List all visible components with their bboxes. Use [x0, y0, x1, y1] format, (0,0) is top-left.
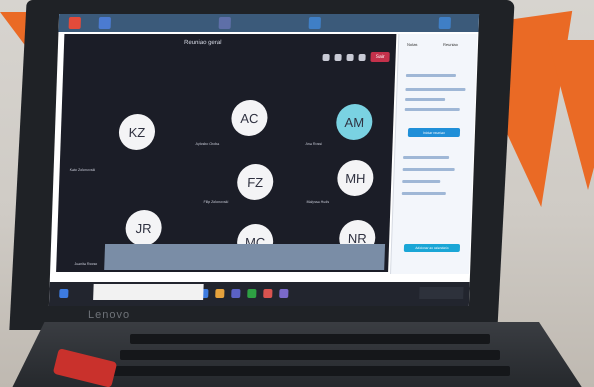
start-meeting-button[interactable]: Iniciar reuniao	[407, 128, 461, 137]
sidebar-line	[405, 98, 446, 101]
orange-pennant-flag	[548, 40, 594, 190]
mic-icon[interactable]	[334, 53, 342, 61]
participant-name: Filip Zelenovski	[203, 200, 229, 204]
app-icon[interactable]	[279, 289, 289, 298]
app-icon[interactable]	[247, 289, 257, 298]
laptop-screen: Reuniao geral Sair KZ Kate Zelenovski AC…	[48, 14, 480, 306]
keyboard-row	[110, 366, 510, 376]
notification-panel	[93, 284, 204, 300]
app-icon[interactable]	[215, 289, 225, 298]
sidebar-line	[403, 156, 450, 159]
sidebar-line	[404, 108, 460, 111]
participant-avatar: KZ	[118, 114, 156, 150]
presentation-strip	[104, 244, 386, 270]
start-icon[interactable]	[59, 289, 69, 298]
participant-avatar: MH	[336, 160, 374, 196]
add-calendar-button[interactable]: Adicionar ao calendario	[403, 244, 461, 252]
browser-icon	[68, 17, 81, 29]
participant-avatar: JR	[124, 210, 163, 246]
participant-name: Kate Zelenovski	[69, 168, 96, 172]
keyboard-row	[130, 334, 490, 344]
laptop-brand: Lenovo	[88, 309, 131, 321]
participant-avatar: AM	[335, 104, 373, 140]
participant-name: Malyssa Huds	[306, 200, 330, 204]
app-icon[interactable]	[231, 289, 241, 298]
sidebar-line	[402, 180, 441, 183]
sidebar-line	[405, 74, 457, 77]
meeting-toolbar: Sair	[322, 52, 390, 62]
more-icon[interactable]	[358, 53, 366, 61]
participant-name: Aylesbo Oroba	[195, 142, 220, 146]
meeting-title: Reuniao geral	[183, 40, 222, 46]
participant-name: Ana Rossi	[305, 142, 323, 146]
app-icon	[308, 17, 321, 29]
participant-avatar: FZ	[236, 164, 274, 200]
app-icon	[98, 17, 111, 29]
participant-name: Juanita Reese	[74, 262, 98, 266]
leave-button[interactable]: Sair	[370, 52, 390, 62]
photo-scene: Reuniao geral Sair KZ Kate Zelenovski AC…	[0, 0, 594, 387]
system-tray[interactable]	[419, 287, 464, 299]
sidebar-line	[405, 88, 466, 91]
meeting-sidebar: Notas Reuniao Iniciar reuniao Adicionar …	[390, 34, 478, 274]
browser-tab-bar	[58, 14, 480, 32]
app-icon[interactable]	[263, 289, 273, 298]
sidebar-tab[interactable]: Notas	[407, 42, 418, 47]
share-icon[interactable]	[346, 53, 354, 61]
sidebar-line	[402, 168, 455, 171]
app-icon	[438, 17, 451, 29]
keyboard-row	[120, 350, 500, 360]
sidebar-tab[interactable]: Reuniao	[443, 42, 458, 47]
camera-icon[interactable]	[322, 53, 330, 61]
meeting-window: Reuniao geral Sair KZ Kate Zelenovski AC…	[56, 34, 397, 272]
sidebar-line	[401, 192, 446, 195]
app-icon	[218, 17, 231, 29]
participant-avatar: AC	[230, 100, 269, 136]
